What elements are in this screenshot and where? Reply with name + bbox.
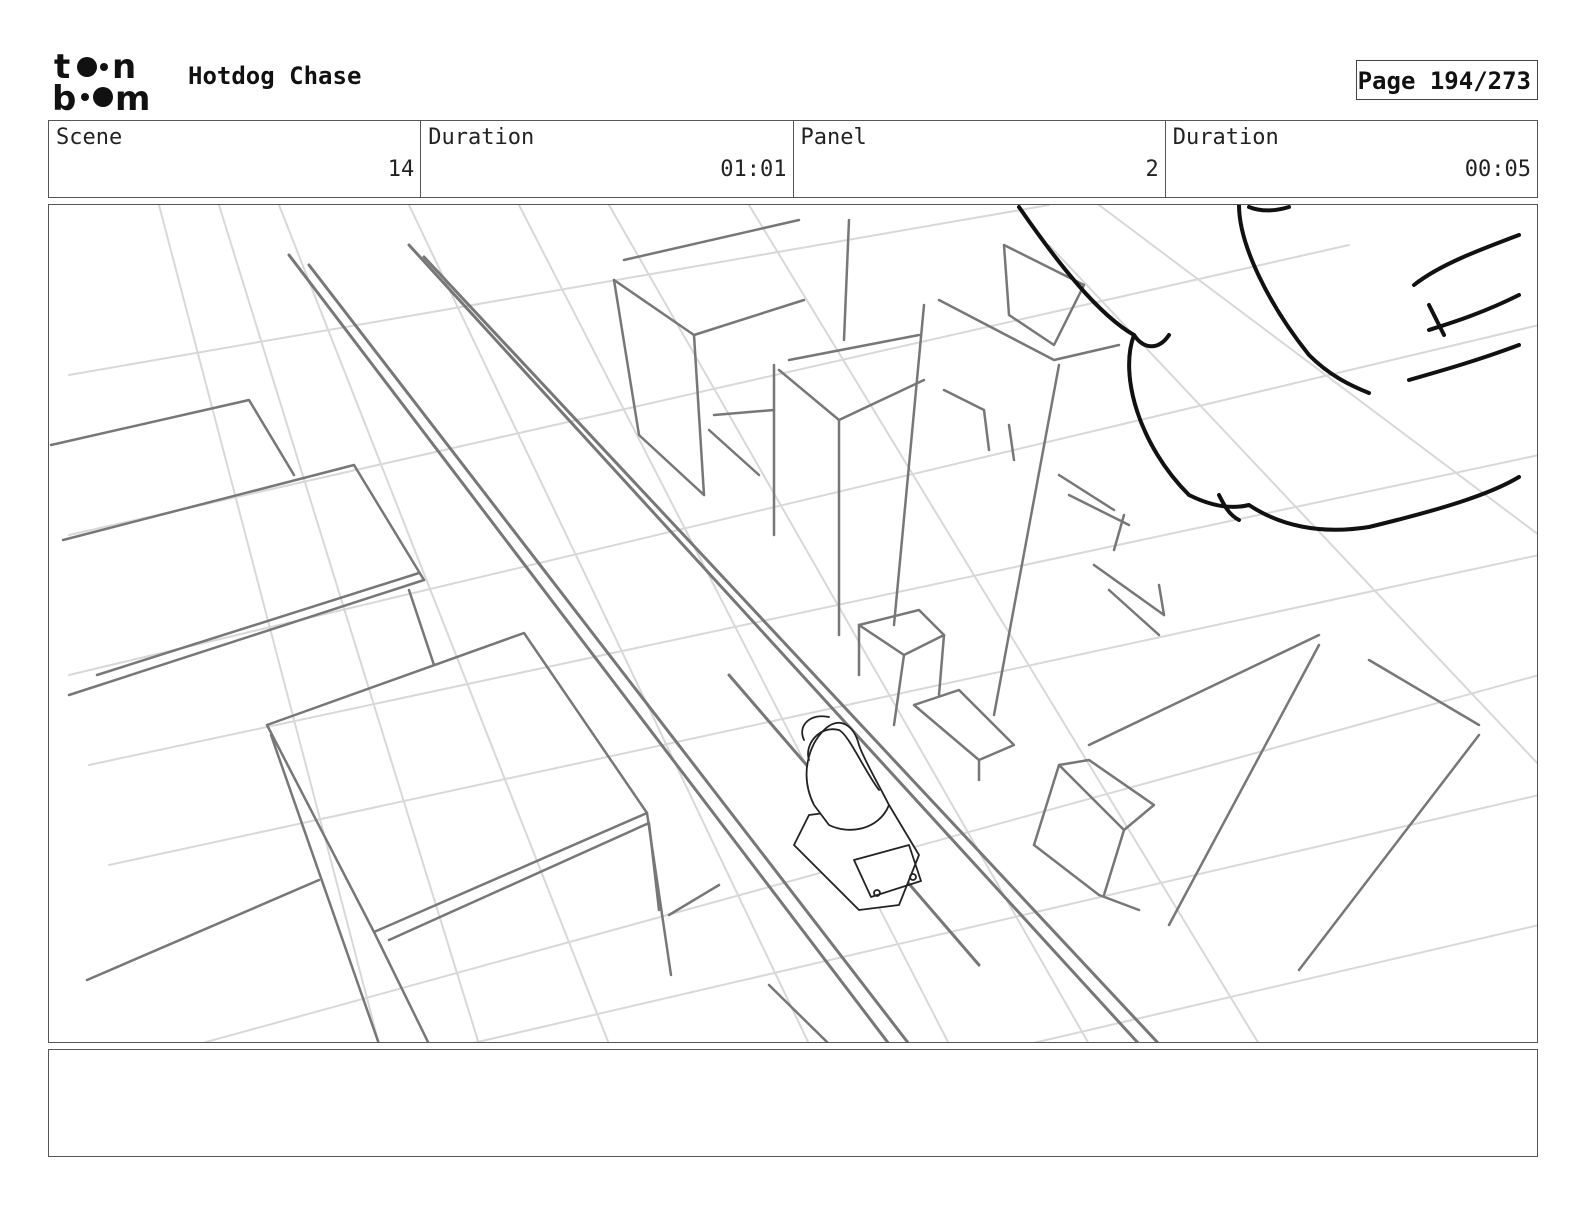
left-buildings (49, 398, 829, 1042)
panel-cell: Panel 2 (794, 121, 1166, 197)
scene-duration-label: Duration (428, 125, 535, 150)
page-indicator: Page 194/273 (1356, 60, 1538, 100)
storyboard-panel-image (48, 204, 1538, 1043)
panel-notes-area (48, 1049, 1538, 1157)
panel-duration-value: 00:05 (1464, 157, 1531, 182)
scene-duration-cell: Duration 01:01 (421, 121, 794, 197)
panel-info-row: Scene 14 Duration 01:01 Panel 2 Duration… (48, 120, 1538, 198)
toonboom-logo: t n b m (52, 47, 164, 119)
project-title: Hotdog Chase (188, 62, 362, 90)
panel-duration-cell: Duration 00:05 (1166, 121, 1537, 197)
center-buildings (612, 218, 1481, 972)
hotdog-truck (793, 715, 922, 911)
panel-value: 2 (1145, 157, 1159, 182)
scene-label: Scene (56, 125, 123, 150)
svg-text:m: m (115, 79, 150, 112)
scene-cell: Scene 14 (49, 121, 422, 197)
scene-value: 14 (387, 157, 415, 182)
panel-label: Panel (800, 125, 867, 150)
scene-duration-value: 01:01 (720, 157, 787, 182)
giant-hand (1017, 205, 1521, 532)
svg-text:b: b (52, 79, 76, 112)
panel-duration-label: Duration (1172, 125, 1279, 150)
page-label: Page 194/273 (1357, 67, 1531, 95)
road-lines (287, 243, 1160, 1042)
